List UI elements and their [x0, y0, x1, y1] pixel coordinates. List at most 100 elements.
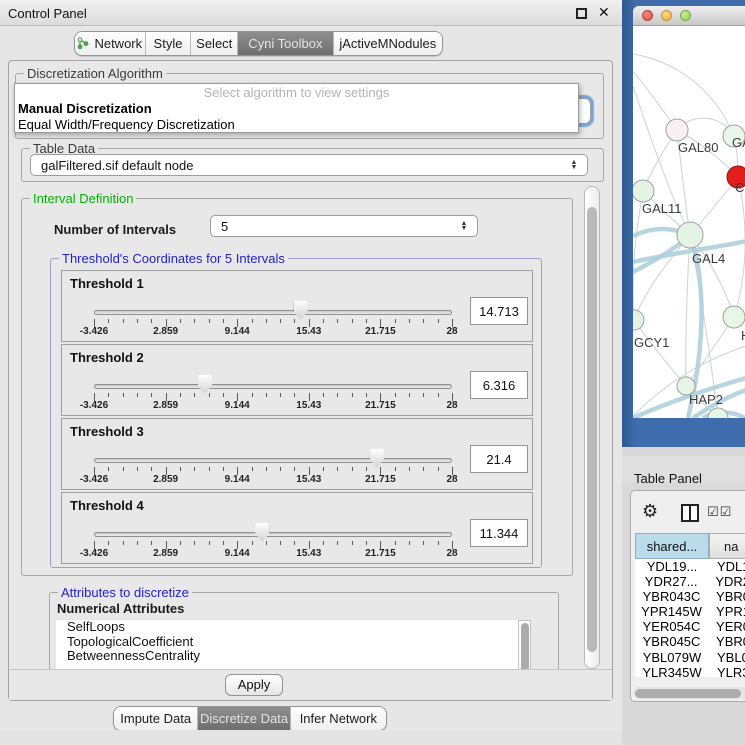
GAL80-node[interactable]	[666, 119, 688, 141]
threshold-label: Threshold 2	[70, 350, 144, 365]
attribute-list-item[interactable]: SelfLoops	[56, 620, 518, 635]
slider-thumb[interactable]	[370, 449, 384, 468]
slider-tick-label: 21.715	[365, 400, 396, 411]
slider-track[interactable]	[94, 458, 452, 463]
slider-tick	[438, 467, 439, 471]
slider-thumb[interactable]	[198, 375, 212, 394]
slider-tick-label: 9.144	[225, 326, 250, 337]
tab-impute-data[interactable]: Impute Data	[114, 707, 197, 730]
numerical-attributes-label: Numerical Attributes	[57, 601, 184, 616]
GCY1-node[interactable]	[633, 310, 644, 330]
network-canvas[interactable]: GAL80GACGAL11GAL4GCY1HHAP2	[633, 26, 745, 418]
attribute-list-item[interactable]: TopologicalCoefficient	[56, 635, 518, 650]
slider-thumb[interactable]	[255, 523, 269, 542]
apply-button[interactable]: Apply	[225, 674, 283, 696]
table-row[interactable]: YDR27...YDR2	[635, 574, 745, 589]
combo-stepper-icon: ▲▼	[457, 221, 471, 231]
slider-tick	[423, 541, 424, 545]
slider-thumb[interactable]	[294, 301, 308, 320]
tab-select[interactable]: Select	[190, 32, 237, 55]
bottom-node[interactable]	[708, 408, 728, 418]
cell-shared-name: YBR043C	[635, 589, 708, 604]
slider-tick	[323, 541, 324, 545]
H-node[interactable]	[723, 306, 745, 328]
slider-tick	[323, 393, 324, 397]
slider-tick	[280, 393, 281, 397]
select-checkboxes-icon[interactable]: ☑☑	[707, 504, 732, 520]
minimize-traffic-light-icon[interactable]	[661, 10, 672, 21]
network-edge[interactable]	[633, 66, 677, 130]
tab-infer-network[interactable]: Infer Network	[290, 707, 386, 730]
network-edge[interactable]	[634, 235, 690, 320]
table-data-combobox[interactable]: galFiltered.sif default node ▲▼	[30, 154, 588, 176]
threshold-value-field[interactable]: 21.4	[470, 445, 528, 473]
slider-tick	[438, 319, 439, 323]
columns-icon[interactable]	[681, 504, 699, 522]
attributes-list-scrollbar[interactable]	[518, 620, 531, 669]
table-row[interactable]: YLR345WYLR3	[635, 665, 745, 677]
slider-tick-label: 15.43	[296, 548, 321, 559]
GAL4-node[interactable]	[677, 222, 703, 248]
slider-tick	[366, 393, 367, 397]
close-icon[interactable]: ✕	[598, 4, 610, 21]
scrollbar-thumb[interactable]	[587, 207, 597, 652]
slider-track[interactable]	[94, 532, 452, 537]
slider-tick	[137, 393, 138, 397]
attribute-list-item[interactable]: BetweennessCentrality	[56, 649, 518, 664]
slider-tick	[180, 467, 181, 471]
table-row[interactable]: YDL19...YDL1	[635, 559, 745, 574]
table-horizontal-scrollbar[interactable]	[633, 687, 745, 699]
scrollbar-thumb[interactable]	[635, 689, 741, 698]
dropdown-option[interactable]: Equal Width/Frequency Discretization	[15, 117, 578, 133]
close-traffic-light-icon[interactable]	[642, 10, 653, 21]
threshold-value-field[interactable]: 6.316	[470, 371, 528, 399]
network-edge[interactable]	[686, 317, 734, 386]
threshold-value-field[interactable]: 14.713	[470, 297, 528, 325]
tab-network[interactable]: Network	[75, 32, 145, 55]
tab-jactivemnodules[interactable]: jActiveMNodules	[333, 32, 442, 55]
slider-tick-label: 9.144	[225, 400, 250, 411]
scrollbar-thumb[interactable]	[521, 623, 529, 669]
table-row[interactable]: YBL079WYBL0	[635, 650, 745, 665]
gear-icon[interactable]: ⚙	[642, 502, 658, 520]
slider-tick-label: 28	[446, 474, 457, 485]
cell-name: YER0	[708, 619, 745, 634]
zoom-traffic-light-icon[interactable]	[680, 10, 691, 21]
slider-track[interactable]	[94, 310, 452, 315]
slider-tick	[366, 319, 367, 323]
slider-tick	[366, 467, 367, 471]
dropdown-hint-option[interactable]: Select algorithm to view settings	[15, 84, 578, 101]
slider-tick	[108, 319, 109, 323]
table-panel-titlebar: Table Panel	[622, 456, 745, 483]
slider-tick-label: 9.144	[225, 474, 250, 485]
table-row[interactable]: YPR145WYPR1	[635, 604, 745, 619]
network-edge[interactable]	[686, 235, 690, 386]
table-row[interactable]: YER054CYER0	[635, 619, 745, 634]
combo-stepper-icon: ▲▼	[567, 160, 581, 170]
control-panel-titlebar: Control Panel ✕	[0, 0, 622, 26]
dropdown-option[interactable]: Manual Discretization	[15, 101, 578, 117]
network-edge[interactable]	[734, 177, 745, 317]
tab-style[interactable]: Style	[145, 32, 191, 55]
tab-cyni-toolbox[interactable]: Cyni Toolbox	[237, 32, 332, 55]
panel-scrollbar[interactable]	[584, 186, 600, 669]
slider-tick	[209, 467, 210, 471]
threshold-value-field[interactable]: 11.344	[470, 519, 528, 547]
slider-tick	[266, 319, 267, 323]
column-header-shared[interactable]: shared...	[635, 533, 709, 559]
table-row[interactable]: YBR045CYBR0	[635, 634, 745, 649]
GAL11-node[interactable]	[633, 180, 654, 202]
float-window-icon[interactable]	[576, 8, 587, 19]
slider-track[interactable]	[94, 384, 452, 389]
settings-scroll-viewport: Interval Definition Number of Intervals …	[15, 186, 581, 669]
network-edge[interactable]	[634, 320, 686, 386]
table-row[interactable]: YBR043CYBR0	[635, 589, 745, 604]
slider-tick	[252, 319, 253, 323]
tab-discretize-data[interactable]: Discretize Data	[197, 707, 289, 730]
slider-tick-label: -3.426	[80, 400, 108, 411]
slider-tick	[294, 393, 295, 397]
number-of-intervals-combobox[interactable]: 5 ▲▼	[210, 215, 478, 237]
numerical-attributes-list[interactable]: SelfLoopsTopologicalCoefficientBetweenne…	[56, 620, 518, 669]
column-header-name[interactable]: na	[709, 533, 745, 559]
slider-tick-label: 21.715	[365, 326, 396, 337]
